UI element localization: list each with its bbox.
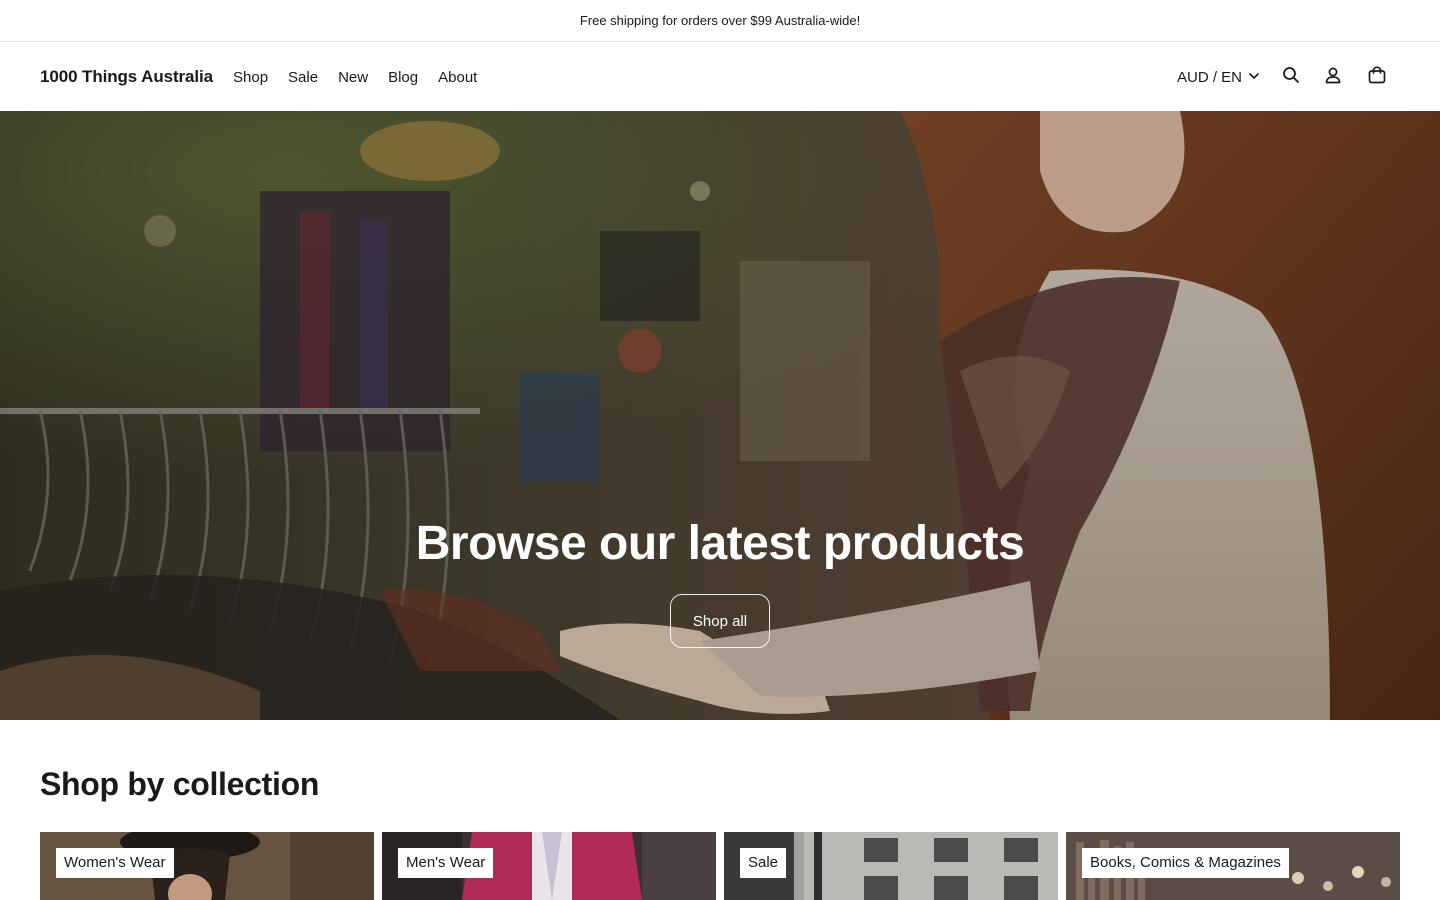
nav-item-about[interactable]: About [438, 69, 477, 86]
collection-label: Men's Wear [398, 848, 494, 878]
cart-icon [1367, 65, 1387, 90]
search-icon [1282, 66, 1300, 89]
announcement-bar: Free shipping for orders over $99 Austra… [0, 0, 1440, 42]
announcement-text: Free shipping for orders over $99 Austra… [579, 13, 861, 28]
nav-item-new[interactable]: New [338, 69, 368, 86]
shop-all-button[interactable]: Shop all [670, 594, 770, 648]
collection-label: Sale [740, 848, 787, 878]
main-nav: Shop Sale New Blog About [233, 69, 477, 86]
account-button[interactable] [1322, 66, 1344, 88]
collection-card-womens-wear[interactable]: Women's Wear [40, 832, 374, 900]
search-button[interactable] [1280, 66, 1302, 88]
account-icon [1324, 66, 1342, 89]
collection-card-books-comics-magazines[interactable]: Books, Comics & Magazines [1066, 832, 1400, 900]
currency-selector[interactable]: AUD / EN [1177, 69, 1260, 86]
hero-title: Browse our latest products [415, 517, 1025, 570]
collection-label: Women's Wear [56, 848, 174, 878]
collection-label: Books, Comics & Magazines [1082, 848, 1289, 878]
chevron-down-icon [1248, 69, 1260, 86]
collection-list: Women's Wear Men's Wear Sale Books, Comi… [40, 832, 1400, 900]
site-header: 1000 Things Australia Shop Sale New Blog… [0, 43, 1440, 111]
nav-item-blog[interactable]: Blog [388, 69, 418, 86]
nav-item-shop[interactable]: Shop [233, 69, 268, 86]
collections-heading: Shop by collection [40, 766, 320, 802]
nav-item-sale[interactable]: Sale [288, 69, 318, 86]
hero-banner: Browse our latest products Shop all [0, 111, 1440, 720]
currency-label: AUD / EN [1176, 68, 1242, 86]
collection-card-sale[interactable]: Sale [724, 832, 1058, 900]
store-logo[interactable]: 1000 Things Australia [40, 67, 213, 87]
header-actions: AUD / EN [1177, 65, 1400, 90]
cart-button[interactable] [1366, 65, 1388, 90]
collection-card-mens-wear[interactable]: Men's Wear [382, 832, 716, 900]
